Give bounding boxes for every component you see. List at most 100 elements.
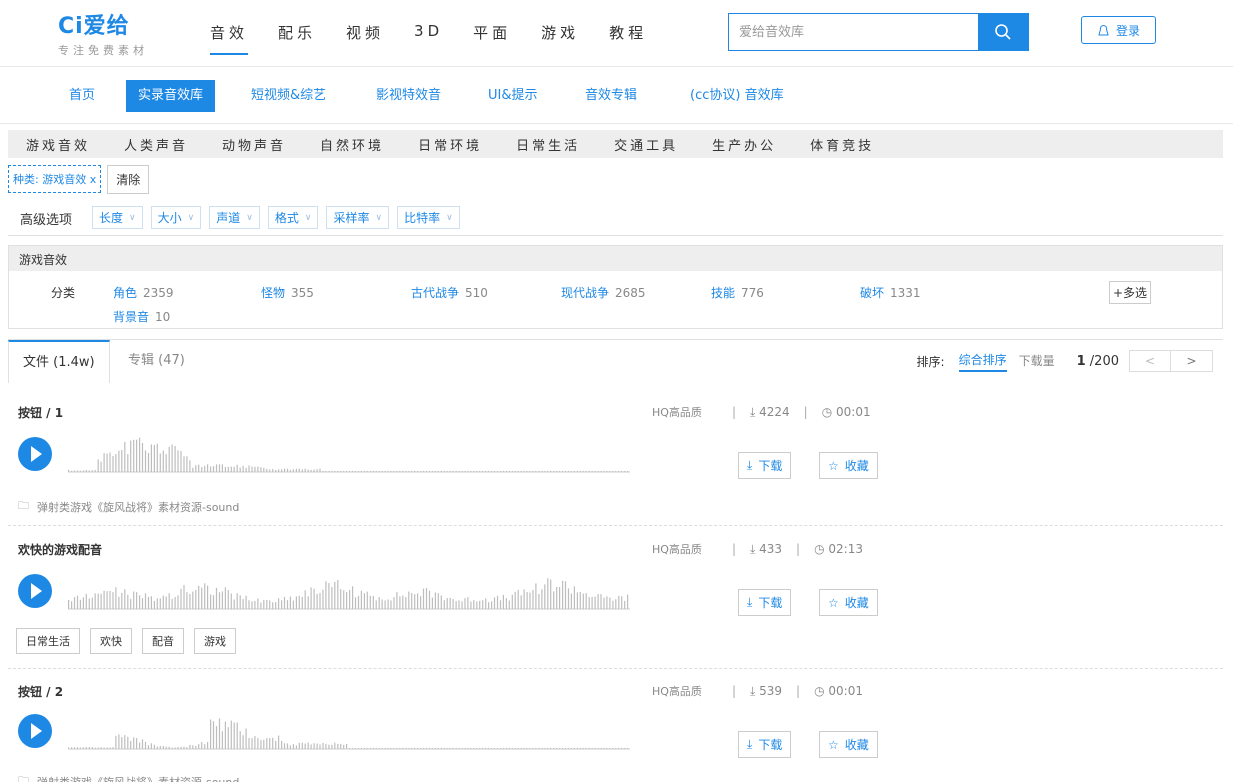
subcategory-item[interactable]: 古代战争 510: [411, 284, 488, 301]
subcategory-item[interactable]: 技能 776: [711, 284, 764, 301]
source-link[interactable]: 🗀 弹射类游戏《旋风战将》素材资源-sound: [18, 497, 239, 516]
play-button[interactable]: [18, 437, 52, 471]
subcategory-item[interactable]: 怪物 355: [261, 284, 314, 301]
download-button[interactable]: ⤓ 下载: [738, 731, 792, 758]
chevron-down-icon: ∨: [375, 212, 383, 223]
waveform-bar: [553, 471, 555, 472]
play-button[interactable]: [18, 714, 52, 748]
length-select[interactable]: 长度 ∨: [92, 206, 143, 229]
play-button[interactable]: [18, 574, 52, 608]
waveform-bar: [141, 739, 144, 749]
search-button[interactable]: [978, 14, 1028, 50]
nav-item-3d[interactable]: 3D: [414, 22, 443, 55]
subnav-film-effects[interactable]: 影视特效音: [364, 80, 453, 112]
waveform-bar: [316, 469, 318, 472]
sound-title[interactable]: 按钮 / 1: [18, 404, 63, 421]
search-input[interactable]: [729, 14, 978, 50]
waveform-bar: [88, 747, 90, 749]
tab-files[interactable]: 文件 (1.4w): [8, 340, 110, 383]
clear-filters-button[interactable]: 清除: [107, 164, 150, 194]
waveform-bar: [156, 746, 158, 749]
filter-chip[interactable]: 种类: 游戏音效 x: [8, 165, 102, 193]
tag[interactable]: 欢快: [90, 628, 132, 654]
download-button[interactable]: ⤓ 下载: [738, 589, 792, 616]
subnav-ui-tips[interactable]: UI&提示: [476, 80, 550, 112]
waveform-bar: [263, 600, 265, 609]
waveform-bar: [106, 747, 108, 749]
category-daily-env[interactable]: 日常环境: [418, 135, 482, 154]
favorite-button[interactable]: ☆ 收藏: [819, 589, 878, 616]
prev-page-button[interactable]: <: [1129, 350, 1171, 372]
next-page-button[interactable]: >: [1171, 350, 1213, 372]
source-label: 弹射类游戏《旋风战将》素材资源-sound: [37, 500, 240, 514]
favorite-button[interactable]: ☆ 收藏: [819, 452, 878, 479]
format-select[interactable]: 格式 ∨: [267, 206, 319, 229]
waveform-bar: [298, 742, 300, 749]
favorite-button[interactable]: ☆ 收藏: [819, 731, 878, 758]
category-nature[interactable]: 自然环境: [320, 135, 384, 154]
subcategory-item[interactable]: 破坏 1331: [860, 284, 921, 301]
waveform-bar: [147, 452, 150, 472]
waveform-bar: [227, 466, 229, 472]
subnav-home[interactable]: 首页: [57, 80, 107, 112]
category-sports[interactable]: 体育竞技: [810, 135, 874, 154]
subnav-short-video[interactable]: 短视频&综艺: [239, 80, 338, 112]
waveform-bar: [387, 748, 389, 749]
category-office[interactable]: 生产办公: [712, 135, 776, 154]
waveform-bar: [218, 718, 221, 749]
subcategory-item[interactable]: 背景音 10: [113, 308, 170, 325]
site-logo[interactable]: Ci爱给 专注免费素材: [58, 8, 178, 60]
waveform-bar: [541, 748, 543, 749]
subcategory-count: 510: [465, 286, 488, 300]
category-game[interactable]: 游戏音效: [26, 135, 90, 154]
subnav-cc-library[interactable]: (cc协议) 音效库: [678, 80, 796, 112]
samplerate-select[interactable]: 采样率 ∨: [326, 206, 390, 229]
channel-select[interactable]: 声道 ∨: [209, 206, 260, 229]
tab-albums[interactable]: 专辑 (47): [114, 340, 199, 383]
nav-item-music[interactable]: 配乐: [278, 22, 316, 55]
waveform[interactable]: [68, 703, 630, 751]
waveform-bar: [470, 601, 472, 609]
waveform-bar: [230, 593, 232, 609]
waveform-bar: [215, 587, 218, 609]
sound-title[interactable]: 欢快的游戏配音: [18, 541, 102, 558]
nav-item-video[interactable]: 视频: [346, 22, 384, 55]
waveform-bar: [570, 748, 572, 749]
nav-item-sound[interactable]: 音效: [210, 22, 249, 55]
subcategory-item[interactable]: 现代战争 2685: [561, 284, 646, 301]
waveform-bar: [562, 580, 564, 609]
category-human[interactable]: 人类声音: [124, 135, 188, 154]
waveform[interactable]: [68, 426, 630, 474]
waveform-bar: [411, 471, 413, 472]
tag[interactable]: 配音: [142, 628, 184, 654]
nav-item-game[interactable]: 游戏: [541, 22, 579, 55]
size-select[interactable]: 大小 ∨: [150, 206, 202, 229]
subnav-albums[interactable]: 音效专辑: [573, 80, 649, 112]
waveform[interactable]: [68, 563, 630, 611]
sort-composite[interactable]: 综合排序: [958, 351, 1007, 372]
tag[interactable]: 游戏: [194, 628, 236, 654]
nav-item-graphic[interactable]: 平面: [473, 22, 511, 55]
category-animal[interactable]: 动物声音: [222, 135, 286, 154]
waveform-bar: [615, 471, 617, 472]
sound-meta: HQ高品质 | ⤓ 539 | ◷ 00:01: [652, 683, 863, 699]
tag[interactable]: 日常生活: [16, 628, 80, 654]
source-link[interactable]: 🗀 弹射类游戏《旋风战将》素材资源-sound: [18, 772, 239, 782]
waveform-bar: [144, 450, 147, 472]
waveform-bar: [316, 593, 318, 609]
download-button[interactable]: ⤓ 下载: [738, 452, 792, 479]
sound-title[interactable]: 按钮 / 2: [18, 683, 63, 700]
waveform-bar: [322, 471, 324, 472]
multi-select-button[interactable]: +多选: [1109, 281, 1152, 304]
nav-item-tutorial[interactable]: 教程: [609, 22, 647, 55]
subnav-recorded-sound[interactable]: 实录音效库: [126, 80, 216, 112]
waveform-bar: [212, 721, 215, 749]
category-daily-life[interactable]: 日常生活: [516, 135, 580, 154]
subcategory-item[interactable]: 角色 2359: [113, 284, 174, 301]
login-button[interactable]: 登录: [1081, 16, 1156, 44]
waveform-bar: [272, 737, 274, 749]
bitrate-select[interactable]: 比特率 ∨: [397, 206, 460, 229]
sort-downloads[interactable]: 下载量: [1019, 352, 1055, 371]
waveform-bar: [97, 459, 99, 472]
category-traffic[interactable]: 交通工具: [614, 135, 678, 154]
